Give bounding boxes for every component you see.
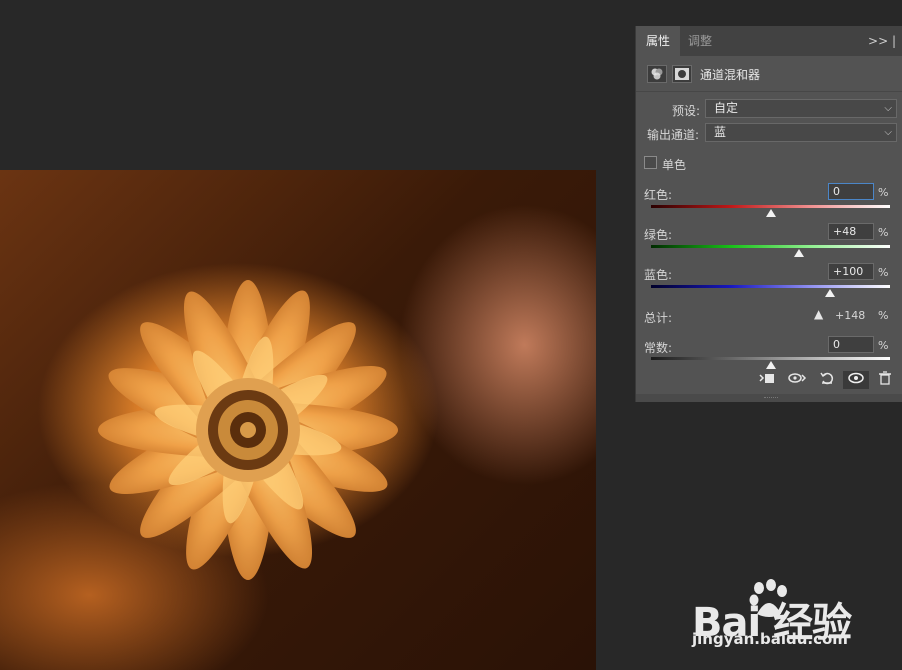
baidu-watermark: Bai 经验 jingyan.baidu.com — [692, 578, 892, 658]
reset-icon[interactable] — [816, 371, 838, 389]
adjustment-header: 通道混和器 — [636, 57, 902, 92]
red-slider-track[interactable] — [651, 205, 890, 208]
constant-percent: % — [878, 339, 889, 352]
output-channel-label: 输出通道: — [647, 128, 700, 142]
green-percent: % — [878, 226, 889, 239]
preset-dropdown[interactable]: 自定 ⌵ — [705, 99, 897, 118]
total-percent: % — [878, 309, 889, 322]
constant-label: 常数: — [644, 341, 673, 355]
red-percent: % — [878, 186, 889, 199]
total-value: +148 — [835, 309, 866, 322]
panel-toolbar — [636, 367, 902, 393]
monochrome-label: 单色 — [662, 158, 687, 172]
warning-icon: ▲ — [814, 307, 824, 321]
blue-value-input[interactable]: +100 — [828, 263, 874, 280]
green-value-input[interactable]: +48 — [828, 223, 874, 240]
visibility-eye-icon[interactable] — [843, 371, 869, 389]
monochrome-checkbox[interactable] — [644, 156, 657, 169]
blue-slider-thumb[interactable] — [825, 289, 836, 297]
trash-icon[interactable] — [874, 371, 896, 389]
preset-label: 预设: — [672, 104, 701, 118]
output-channel-dropdown[interactable]: 蓝 ⌵ — [705, 123, 897, 142]
blue-slider-track[interactable] — [651, 285, 890, 288]
panel-resize-grip[interactable] — [636, 394, 902, 402]
tab-adjustments[interactable]: 调整 — [678, 26, 722, 56]
green-label: 绿色: — [644, 228, 673, 242]
total-label: 总计: — [644, 311, 673, 325]
view-previous-icon[interactable] — [786, 371, 808, 389]
output-channel-value: 蓝 — [714, 125, 727, 139]
panel-menu-icon[interactable]: >> | — [868, 26, 896, 56]
preset-value: 自定 — [714, 101, 739, 115]
constant-slider-track[interactable] — [651, 357, 890, 360]
tab-properties[interactable]: 属性 — [636, 26, 681, 56]
flower-photo — [98, 280, 398, 580]
green-slider-thumb[interactable] — [794, 249, 805, 257]
constant-value-input[interactable]: 0 — [828, 336, 874, 353]
green-slider-track[interactable] — [651, 245, 890, 248]
clip-to-layer-icon[interactable] — [756, 371, 778, 389]
chevron-down-icon: ⌵ — [884, 103, 892, 114]
chevron-down-icon: ⌵ — [884, 127, 892, 138]
layer-mask-icon[interactable] — [672, 65, 692, 83]
panel-tabbar: 属性 调整 >> | — [636, 26, 902, 56]
red-value-input[interactable]: 0 — [828, 183, 874, 200]
blue-label: 蓝色: — [644, 268, 673, 282]
blue-percent: % — [878, 266, 889, 279]
red-label: 红色: — [644, 188, 673, 202]
properties-panel: 属性 调整 >> | 通道混和器 预设: 自定 ⌵ 输出通道: 蓝 ⌵ 单色 红… — [635, 26, 902, 402]
canvas-image[interactable] — [0, 170, 596, 670]
baidu-url: jingyan.baidu.com — [692, 630, 848, 648]
channel-mixer-icon[interactable] — [647, 65, 667, 83]
red-slider-thumb[interactable] — [765, 209, 776, 217]
adjustment-title: 通道混和器 — [700, 68, 761, 82]
